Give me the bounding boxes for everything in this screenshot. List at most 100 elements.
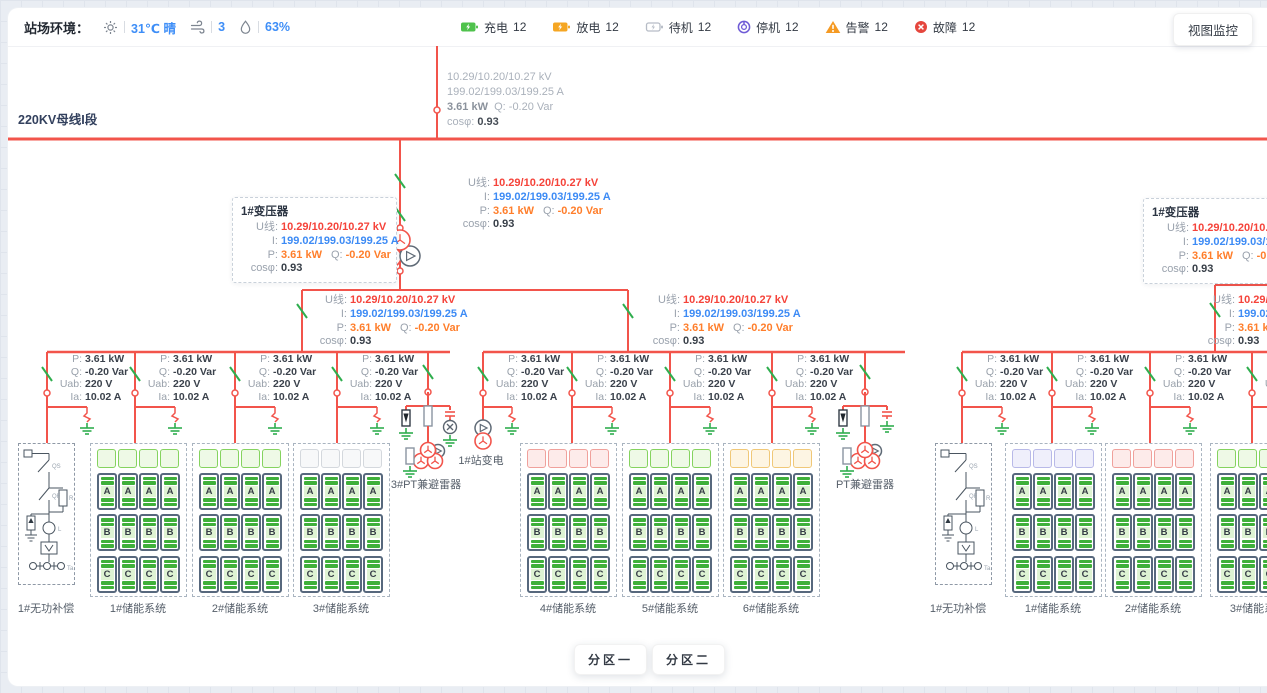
soc-bar xyxy=(224,540,237,544)
pcs-status-square xyxy=(1175,449,1194,468)
battery-cluster-cell: A xyxy=(1033,473,1053,510)
cell-letter: C xyxy=(304,569,317,580)
battery-cluster-cell: A xyxy=(363,473,383,510)
battery-cluster-cell: A xyxy=(751,473,771,510)
zone-button-1[interactable]: 分区一 xyxy=(574,644,647,675)
legend-item-standby[interactable]: 待机12 xyxy=(645,19,711,36)
battery-cluster-cell: B xyxy=(730,514,750,551)
storage-system-box[interactable]: AAAABBBBCCCC xyxy=(723,443,820,597)
soc-bar xyxy=(266,523,279,527)
storage-system-box[interactable]: AAAABBBBCCCC xyxy=(1005,443,1102,597)
soc-bar xyxy=(325,586,338,590)
cell-letter: A xyxy=(654,486,667,497)
battery-cluster-cell: B xyxy=(342,514,362,551)
standby-battery-icon xyxy=(645,20,664,34)
cell-letter: B xyxy=(654,527,667,538)
cell-letter: A xyxy=(1179,486,1192,497)
soc-bar xyxy=(367,518,380,522)
battery-cluster-cell: B xyxy=(629,514,649,551)
soc-bar xyxy=(1242,564,1255,568)
soc-bar xyxy=(1116,564,1129,568)
soc-bar xyxy=(654,564,667,568)
soc-bar xyxy=(1158,498,1171,502)
cell-letter: C xyxy=(1058,569,1071,580)
soc-bar xyxy=(1116,560,1129,564)
soc-bar xyxy=(1079,503,1092,507)
soc-bar xyxy=(1016,544,1029,548)
zone-button-2[interactable]: 分区二 xyxy=(652,644,725,675)
legend-label: 告警 xyxy=(846,19,870,36)
legend-count: 12 xyxy=(605,20,618,34)
cell-letter: B xyxy=(245,527,258,538)
soc-bar xyxy=(1058,564,1071,568)
soc-bar xyxy=(122,518,135,522)
legend-count: 12 xyxy=(698,20,711,34)
cell-letter: B xyxy=(1242,527,1255,538)
battery-cluster-cell: C xyxy=(772,556,792,593)
soc-bar xyxy=(573,564,586,568)
soc-bar xyxy=(1058,586,1071,590)
soc-bar xyxy=(531,503,544,507)
soc-bar xyxy=(1079,560,1092,564)
battery-cluster-cell: C xyxy=(730,556,750,593)
soc-bar xyxy=(1037,498,1050,502)
soc-bar xyxy=(594,503,607,507)
cell-letter: A xyxy=(143,486,156,497)
cell-letter: A xyxy=(325,486,338,497)
soc-bar xyxy=(1037,503,1050,507)
battery-cluster-cell: C xyxy=(1075,556,1095,593)
soc-bar xyxy=(675,503,688,507)
soc-bar xyxy=(101,564,114,568)
legend-item-fault[interactable]: 故障12 xyxy=(914,19,975,36)
wind-item: 3 xyxy=(190,20,225,34)
cell-letter: B xyxy=(1179,527,1192,538)
storage-system-box[interactable]: AAAABBBBCCCC xyxy=(1105,443,1202,597)
soc-bar xyxy=(1179,477,1192,481)
cell-letter: A xyxy=(245,486,258,497)
soc-bar xyxy=(734,503,747,507)
battery-cluster-cell: C xyxy=(1175,556,1195,593)
soc-bar xyxy=(122,481,135,485)
cell-letter: A xyxy=(734,486,747,497)
storage-system-box[interactable]: AAAABBBBCCCC xyxy=(192,443,289,597)
soc-bar xyxy=(346,581,359,585)
legend-item-charging[interactable]: 充电12 xyxy=(460,19,526,36)
soc-bar xyxy=(696,523,709,527)
storage-system-box[interactable]: AAAABBBBCCCC xyxy=(622,443,719,597)
soc-bar xyxy=(346,544,359,548)
soc-bar xyxy=(552,564,565,568)
soc-bar xyxy=(1242,544,1255,548)
cell-letter: A xyxy=(224,486,237,497)
soc-bar xyxy=(797,544,810,548)
soc-bar xyxy=(1037,518,1050,522)
legend-item-shutdown[interactable]: 停机12 xyxy=(737,19,798,36)
battery-cluster-cell: A xyxy=(199,473,219,510)
soc-bar xyxy=(266,498,279,502)
soc-bar xyxy=(675,540,688,544)
battery-cluster-cell: C xyxy=(1259,556,1267,593)
storage-system-box[interactable]: AAAABBBBCCCC xyxy=(520,443,617,597)
soc-bar xyxy=(696,503,709,507)
battery-cluster-cell: B xyxy=(1175,514,1195,551)
soc-bar xyxy=(367,544,380,548)
soc-bar xyxy=(675,564,688,568)
legend-item-discharging[interactable]: 放电12 xyxy=(552,19,618,36)
pcs-status-square xyxy=(1217,449,1236,468)
soc-bar xyxy=(304,518,317,522)
soc-bar xyxy=(1179,523,1192,527)
soc-bar xyxy=(203,498,216,502)
legend-item-alarm[interactable]: 告警12 xyxy=(825,19,888,36)
view-monitor-button[interactable]: 视图监控 xyxy=(1173,13,1253,46)
soc-bar xyxy=(734,518,747,522)
storage-system-box[interactable]: AAAABBBBCCCC xyxy=(293,443,390,597)
storage-system-box[interactable]: AAAABBBBCCCC xyxy=(1210,443,1267,597)
soc-bar xyxy=(325,560,338,564)
battery-cluster-cell: A xyxy=(160,473,180,510)
soc-bar xyxy=(1263,581,1267,585)
soc-bar xyxy=(1263,540,1267,544)
storage-system-box[interactable]: AAAABBBBCCCC xyxy=(90,443,187,597)
soc-bar xyxy=(367,540,380,544)
soc-bar xyxy=(1221,581,1234,585)
cell-letter: A xyxy=(696,486,709,497)
battery-cluster-cell: A xyxy=(118,473,138,510)
